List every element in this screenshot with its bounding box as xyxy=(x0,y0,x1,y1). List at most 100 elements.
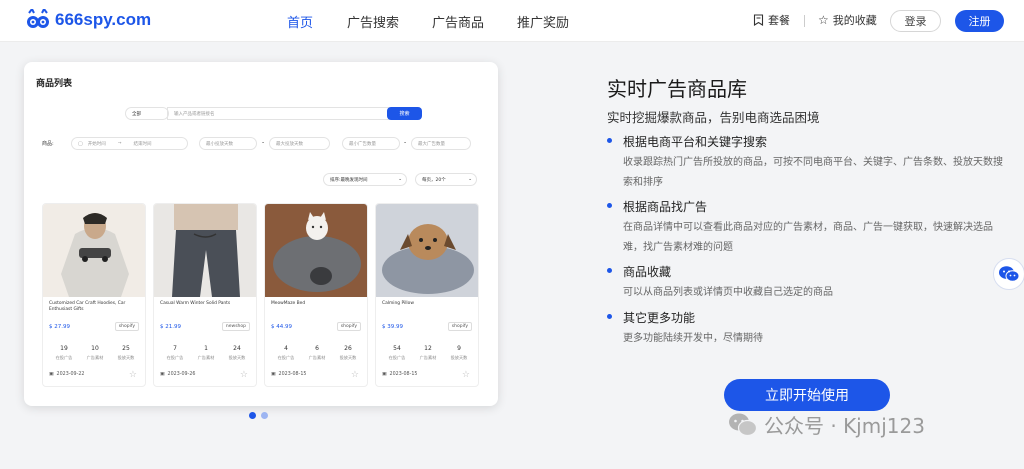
stat-days: 26 投放天数 xyxy=(334,345,362,361)
stat-creatives: 12 广告素材 xyxy=(414,345,442,361)
carousel-dot-active[interactable] xyxy=(249,412,256,419)
favorites-link[interactable]: ☆ 我的收藏 xyxy=(818,12,877,28)
date-range-picker[interactable]: ▢ 开始时间 → 结束时间 xyxy=(71,137,188,150)
product-card[interactable]: MeowMaze Bed $ 44.99 shopify 4 在投广告 6 广告素材… xyxy=(264,203,368,387)
favorite-star-icon[interactable]: ☆ xyxy=(351,370,359,380)
platform-tag: shopify xyxy=(447,322,472,331)
product-name: Calming Pillow xyxy=(382,301,414,306)
stat-value: 9 xyxy=(457,345,461,352)
logo[interactable]: 666spy.com xyxy=(26,9,151,31)
product-image xyxy=(376,204,478,297)
stat-value: 1 xyxy=(204,345,208,352)
owl-logo-icon xyxy=(27,9,49,28)
product-list-preview: 商品列表 全部 输入产品或者链接名 搜索 商品: ▢ 开始时间 → 结束时间 最… xyxy=(24,62,498,406)
feature-desc: 可以从商品列表或详情页中收藏自己选定的商品 xyxy=(623,287,833,298)
search-type-select[interactable]: 全部 xyxy=(125,107,169,120)
feature-title: 根据电商平台和关键字搜索 xyxy=(623,135,768,149)
login-button[interactable]: 登录 xyxy=(890,10,941,32)
stat-label: 投放天数 xyxy=(228,355,246,360)
search-input[interactable]: 输入产品或者链接名 xyxy=(167,107,389,120)
stat-value: 12 xyxy=(424,345,432,352)
stat-days: 25 投放天数 xyxy=(112,345,140,361)
date-text: 2023-08-15 xyxy=(278,372,307,377)
filter-label: 商品: xyxy=(42,141,54,147)
package-link[interactable]: 套餐 xyxy=(753,12,790,28)
product-card[interactable]: Casual Warm Winter Solid Pants $ 21.99 n… xyxy=(153,203,257,387)
stat-active-ads: 54 在投广告 xyxy=(383,345,411,361)
stat-creatives: 1 广告素材 xyxy=(192,345,220,361)
chevron-down-icon: ⌄ xyxy=(468,177,472,182)
stat-value: 7 xyxy=(173,345,177,352)
product-price: $ 21.99 xyxy=(160,324,181,330)
end-date-placeholder: 结束时间 xyxy=(133,141,152,147)
bullet-dot xyxy=(607,203,612,208)
preview-title: 商品列表 xyxy=(36,79,73,89)
product-price: $ 27.99 xyxy=(49,324,70,330)
bullet-dot xyxy=(607,268,612,273)
product-price: $ 39.99 xyxy=(382,324,403,330)
start-now-button[interactable]: 立即开始使用 xyxy=(724,379,890,411)
date-text: 2023-09-22 xyxy=(56,372,85,377)
product-image xyxy=(154,204,256,297)
favorites-label: 我的收藏 xyxy=(832,14,877,27)
calendar-icon: ▣ xyxy=(382,372,387,377)
stat-label: 广告素材 xyxy=(308,355,326,360)
calendar-icon: ▣ xyxy=(160,372,165,377)
min-days-input[interactable]: 最小投放天数 xyxy=(199,137,257,150)
wechat-icon xyxy=(999,266,1020,282)
max-ads-input[interactable]: 最大广告数量 xyxy=(411,137,471,150)
stat-label: 在投广告 xyxy=(55,355,73,360)
stat-label: 在投广告 xyxy=(166,355,184,360)
nav-ad-products[interactable]: 广告商品 xyxy=(432,12,484,31)
platform-tag: newshop xyxy=(221,322,250,331)
register-button[interactable]: 注册 xyxy=(955,10,1004,32)
stat-value: 6 xyxy=(315,345,319,352)
stat-creatives: 6 广告素材 xyxy=(303,345,331,361)
stat-days: 24 投放天数 xyxy=(223,345,251,361)
product-date: ▣ 2023-09-22 xyxy=(49,372,84,377)
carousel-dot[interactable] xyxy=(261,412,268,419)
stat-days: 9 投放天数 xyxy=(445,345,473,361)
stat-active-ads: 19 在投广告 xyxy=(50,345,78,361)
stat-creatives: 10 广告素材 xyxy=(81,345,109,361)
range-arrow-icon: → xyxy=(117,141,122,146)
min-ads-input[interactable]: 最小广告数量 xyxy=(342,137,400,150)
range-dash: - xyxy=(404,139,407,146)
package-icon xyxy=(753,14,764,26)
nav-promo-rewards[interactable]: 推广奖励 xyxy=(517,12,569,31)
platform-tag: shopify xyxy=(114,322,139,331)
calendar-icon: ▢ xyxy=(78,140,83,147)
favorite-star-icon[interactable]: ☆ xyxy=(129,370,137,380)
stat-label: 投放天数 xyxy=(450,355,468,360)
stat-value: 24 xyxy=(233,345,241,352)
product-name: Customized Car Craft Hoodies, Car Enthus… xyxy=(49,301,126,312)
product-card[interactable]: Customized Car Craft Hoodies, Car Enthus… xyxy=(42,203,146,387)
search-button[interactable]: 搜索 xyxy=(387,107,422,120)
product-name: Casual Warm Winter Solid Pants xyxy=(160,301,231,306)
max-days-input[interactable]: 最大投放天数 xyxy=(269,137,330,150)
bullet-dot xyxy=(607,314,612,319)
product-name: MeowMaze Bed xyxy=(271,301,306,306)
sort-select[interactable]: 排序:最晚发现时间 ⌄ xyxy=(323,173,407,186)
calendar-icon: ▣ xyxy=(49,372,54,377)
stat-value: 4 xyxy=(284,345,288,352)
product-card[interactable]: Calming Pillow $ 39.99 shopify 54 在投广告 12… xyxy=(375,203,479,387)
product-image xyxy=(43,204,145,297)
stat-label: 投放天数 xyxy=(117,355,135,360)
nav-ad-search[interactable]: 广告搜索 xyxy=(347,12,399,31)
stat-label: 投放天数 xyxy=(339,355,357,360)
date-text: 2023-08-15 xyxy=(389,372,418,377)
favorite-star-icon[interactable]: ☆ xyxy=(462,370,470,380)
section-title: 实时广告商品库 xyxy=(607,77,747,101)
date-text: 2023-09-26 xyxy=(167,372,196,377)
page-size-select[interactable]: 每页，20个 ⌄ xyxy=(415,173,477,186)
platform-tag: shopify xyxy=(336,322,361,331)
star-icon: ☆ xyxy=(818,13,829,27)
favorite-star-icon[interactable]: ☆ xyxy=(240,370,248,380)
page-size-label: 每页，20个 xyxy=(422,177,446,183)
logo-text: 666spy.com xyxy=(55,10,152,29)
bullet-dot xyxy=(607,138,612,143)
product-image xyxy=(265,204,367,297)
nav-home[interactable]: 首页 xyxy=(287,12,313,31)
wechat-contact-button[interactable] xyxy=(993,258,1024,290)
